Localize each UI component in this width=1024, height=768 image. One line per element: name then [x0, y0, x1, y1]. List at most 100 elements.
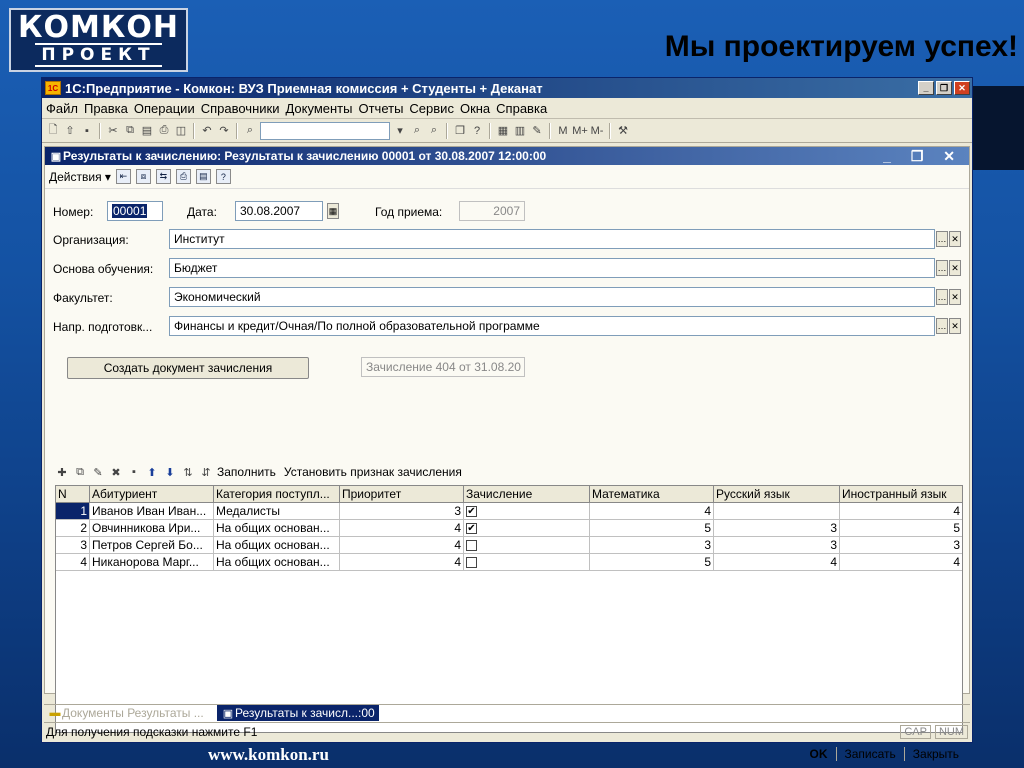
undo-icon[interactable]: ↶: [200, 124, 214, 138]
cell-name[interactable]: Никанорова Марг...: [90, 554, 214, 570]
cell-name[interactable]: Петров Сергей Бо...: [90, 537, 214, 553]
cell-russian[interactable]: 3: [714, 537, 840, 553]
redo-icon[interactable]: ↷: [217, 124, 231, 138]
end-edit-icon[interactable]: ▪: [127, 465, 141, 479]
basis-clear-icon[interactable]: ✕: [949, 260, 961, 276]
post-icon[interactable]: ⇆: [155, 169, 171, 184]
set-flag-button[interactable]: Установить признак зачисления: [284, 465, 462, 479]
cell-category[interactable]: На общих основан...: [214, 520, 340, 536]
cell-priority[interactable]: 4: [340, 537, 464, 553]
menu-windows[interactable]: Окна: [460, 101, 490, 116]
menu-service[interactable]: Сервис: [409, 101, 454, 116]
enrollment-checkbox[interactable]: [466, 557, 477, 569]
movements-icon[interactable]: ▤: [195, 169, 211, 184]
cell-russian[interactable]: [714, 503, 840, 519]
memory-plus-icon[interactable]: M+: [572, 124, 588, 138]
direction-clear-icon[interactable]: ✕: [949, 318, 961, 334]
move-up-icon[interactable]: ⬆: [145, 465, 159, 479]
direction-field[interactable]: Финансы и кредит/Очная/По полной образов…: [169, 316, 935, 336]
cell-category[interactable]: Медалисты: [214, 503, 340, 519]
window-titlebar[interactable]: 1С 1С:Предприятие - Комкон: ВУЗ Приемная…: [42, 78, 972, 98]
create-enrollment-button[interactable]: Создать документ зачисления: [67, 357, 309, 379]
save-icon[interactable]: ▪: [80, 124, 94, 138]
tools-icon[interactable]: ✎: [530, 124, 544, 138]
windows-icon[interactable]: ❐: [453, 124, 467, 138]
cell-n[interactable]: 1: [56, 503, 90, 519]
memory-m-icon[interactable]: M: [556, 124, 570, 138]
menu-help[interactable]: Справка: [496, 101, 547, 116]
date-field[interactable]: 30.08.2007: [235, 201, 323, 221]
enrollment-checkbox[interactable]: ✔: [466, 523, 477, 535]
delete-row-icon[interactable]: ✖: [109, 465, 123, 479]
fill-button[interactable]: Заполнить: [217, 465, 276, 479]
menu-file[interactable]: Файл: [46, 101, 78, 116]
cell-math[interactable]: 5: [590, 520, 714, 536]
minimize-button[interactable]: _: [918, 81, 934, 95]
cell-n[interactable]: 4: [56, 554, 90, 570]
cell-russian[interactable]: 3: [714, 520, 840, 536]
org-select-icon[interactable]: …: [936, 231, 948, 247]
faculty-clear-icon[interactable]: ✕: [949, 289, 961, 305]
copy-row-icon[interactable]: ⧉: [73, 465, 87, 479]
help-icon[interactable]: ?: [470, 124, 484, 138]
add-row-icon[interactable]: ✚: [55, 465, 69, 479]
paste-icon[interactable]: ▤: [140, 124, 154, 138]
cell-math[interactable]: 3: [590, 537, 714, 553]
basis-field[interactable]: Бюджет: [169, 258, 935, 278]
cell-math[interactable]: 5: [590, 554, 714, 570]
memory-minus-icon[interactable]: M-: [590, 124, 604, 138]
cell-enrolled[interactable]: ✔: [464, 520, 590, 536]
copy-icon[interactable]: ⧉: [123, 124, 137, 138]
cell-math[interactable]: 4: [590, 503, 714, 519]
table-row[interactable]: 2 Овчинникова Ири... На общих основан... 4 ✔…: [56, 520, 962, 537]
table-row[interactable]: 4 Никанорова Марг... На общих основан... 4 5…: [56, 554, 962, 571]
maximize-button[interactable]: ❐: [936, 81, 952, 95]
dropdown-icon[interactable]: ▾: [393, 124, 407, 138]
basis-select-icon[interactable]: …: [936, 260, 948, 276]
cell-enrolled[interactable]: [464, 554, 590, 570]
cut-icon[interactable]: ✂: [106, 124, 120, 138]
open-icon[interactable]: ⇧: [63, 124, 77, 138]
cell-n[interactable]: 3: [56, 537, 90, 553]
col-category[interactable]: Категория поступл...: [214, 486, 340, 502]
print-doc-icon[interactable]: ⎙: [175, 169, 191, 184]
preview-icon[interactable]: ◫: [174, 124, 188, 138]
find-next-icon[interactable]: ⌕: [410, 124, 424, 138]
help-doc-icon[interactable]: ?: [215, 169, 231, 184]
calculator-icon[interactable]: ▦: [496, 124, 510, 138]
document-window-controls[interactable]: _ ❐ ✕: [883, 148, 963, 165]
col-russian[interactable]: Русский язык: [714, 486, 840, 502]
table-row[interactable]: 1 Иванов Иван Иван... Медалисты 3 ✔ 4 4: [56, 503, 962, 520]
calendar-icon[interactable]: ▦: [327, 203, 339, 219]
cell-name[interactable]: Овчинникова Ири...: [90, 520, 214, 536]
col-applicant[interactable]: Абитуриент: [90, 486, 214, 502]
col-priority[interactable]: Приоритет: [340, 486, 464, 502]
cell-foreign[interactable]: 4: [840, 503, 962, 519]
col-n[interactable]: N: [56, 486, 90, 502]
task-tab-documents[interactable]: ▬ Документы Результаты ...: [44, 705, 214, 721]
enrollment-checkbox[interactable]: [466, 540, 477, 552]
faculty-select-icon[interactable]: …: [936, 289, 948, 305]
new-doc-icon[interactable]: 🗋: [46, 124, 60, 138]
settings-icon[interactable]: ⚒: [616, 124, 630, 138]
cell-priority[interactable]: 4: [340, 520, 464, 536]
search-combo[interactable]: [260, 121, 390, 140]
col-enrollment[interactable]: Зачисление: [464, 486, 590, 502]
ok-button[interactable]: OK: [806, 747, 832, 761]
cell-foreign[interactable]: 4: [840, 554, 962, 570]
cell-category[interactable]: На общих основан...: [214, 554, 340, 570]
edit-row-icon[interactable]: ✎: [91, 465, 105, 479]
close-button[interactable]: ✕: [954, 81, 970, 95]
cell-russian[interactable]: 4: [714, 554, 840, 570]
menu-operations[interactable]: Операции: [134, 101, 195, 116]
faculty-field[interactable]: Экономический: [169, 287, 935, 307]
menu-edit[interactable]: Правка: [84, 101, 128, 116]
org-field[interactable]: Институт: [169, 229, 935, 249]
cell-foreign[interactable]: 5: [840, 520, 962, 536]
cell-enrolled[interactable]: [464, 537, 590, 553]
close-form-button[interactable]: Закрыть: [909, 747, 963, 761]
print-icon[interactable]: ⎙: [157, 124, 171, 138]
sort-desc-icon[interactable]: ⇵: [199, 465, 213, 479]
move-down-icon[interactable]: ⬇: [163, 465, 177, 479]
sort-asc-icon[interactable]: ⇅: [181, 465, 195, 479]
